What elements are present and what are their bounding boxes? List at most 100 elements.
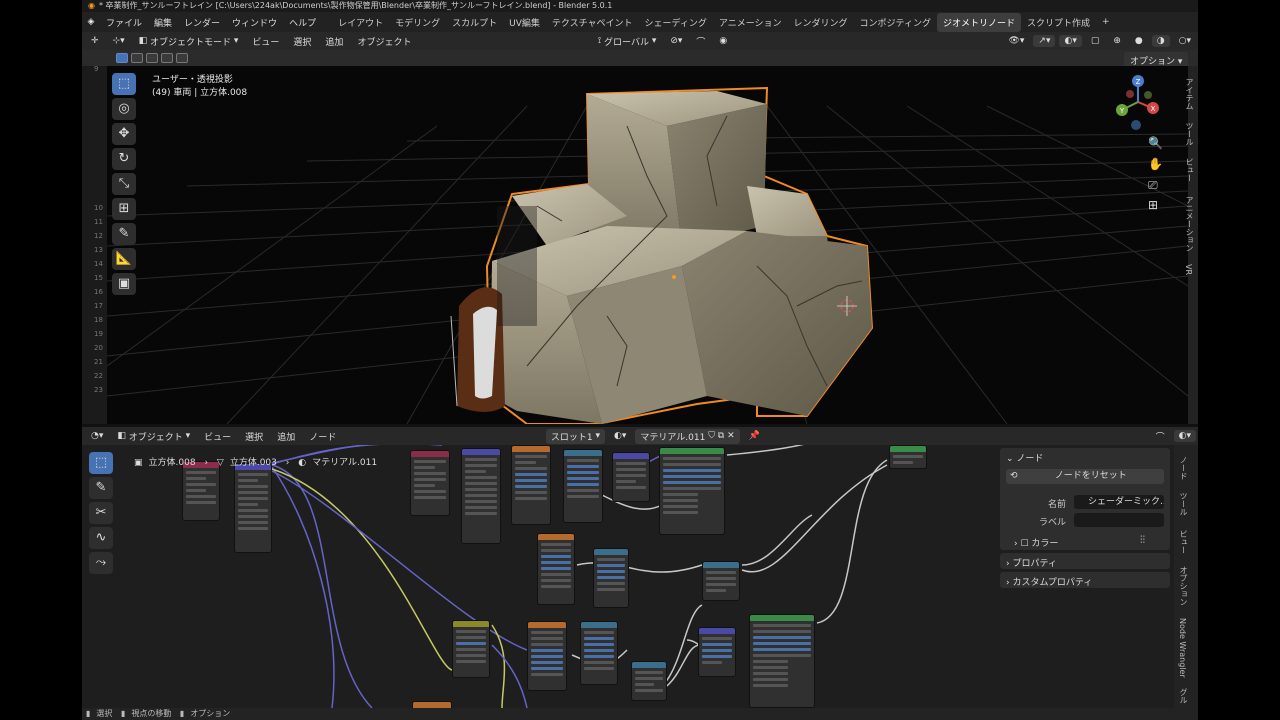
ortho-grid-icon[interactable]: ⊞ [1148, 198, 1158, 212]
navigation-gizmo[interactable]: Z X Y [1110, 72, 1166, 134]
menu-view[interactable]: ビュー [247, 34, 284, 49]
tab-compositing[interactable]: コンポジティング [854, 13, 937, 32]
measure-tool-icon[interactable]: 📐 [112, 248, 136, 270]
pin-icon[interactable]: 📌 [744, 430, 765, 442]
rotate-tool-icon[interactable]: ↻ [112, 148, 136, 170]
sidebar-tab-vr[interactable]: VR [1184, 264, 1193, 275]
mode-select[interactable]: ◧ オブジェクトモード ▾ [134, 34, 244, 49]
material-slot-select[interactable]: スロット1 ▾ [545, 428, 605, 444]
transform-tool-icon[interactable]: ⊞ [112, 198, 136, 220]
select-box-mode-icon[interactable] [116, 53, 128, 63]
select-invert-mode-icon[interactable] [161, 53, 173, 63]
select-intersect-mode-icon[interactable] [176, 53, 188, 63]
snap-icon[interactable]: ⌒ [691, 34, 710, 49]
node-object-select[interactable]: ◧ オブジェクト ▾ [112, 429, 195, 444]
menu-object[interactable]: オブジェクト [352, 34, 416, 49]
bump-node-2[interactable] [698, 627, 736, 677]
mapping-node-2[interactable] [461, 448, 501, 544]
pivot-icon[interactable]: ⊘▾ [665, 35, 687, 47]
voronoi-texture-node[interactable] [527, 621, 567, 691]
math-node[interactable] [702, 561, 740, 601]
node-overlay-icon[interactable]: ◐▾ [1173, 430, 1196, 442]
node-tab-tool[interactable]: ツール [1178, 492, 1189, 516]
camera-icon[interactable]: ⎚ [1148, 178, 1158, 193]
editor-type-icon[interactable]: ⊹▾ [108, 35, 130, 47]
bump-node[interactable] [612, 452, 650, 502]
node-menu-add[interactable]: 追加 [272, 429, 300, 444]
noise-texture-node-4[interactable] [412, 701, 452, 708]
noise-texture-node-3[interactable] [537, 533, 575, 605]
gizmo-toggle-icon[interactable]: ↗▾ [1033, 35, 1056, 47]
custom-properties-section[interactable]: › カスタムプロパティ [1000, 572, 1170, 588]
breadcrumb-object[interactable]: 立方体.008 [149, 458, 196, 468]
node-tab-node[interactable]: ノード [1178, 456, 1189, 480]
node-name-field[interactable]: シェーダーミック... [1074, 495, 1164, 509]
add-reroute-tool-icon[interactable]: ⤳ [89, 552, 113, 574]
move-tool-icon[interactable]: ✥ [112, 123, 136, 145]
menu-add[interactable]: 追加 [320, 34, 348, 49]
crosshair-icon[interactable]: ✛ [86, 35, 104, 47]
color-ramp-node-3[interactable] [593, 548, 629, 608]
node-label-field[interactable] [1074, 513, 1164, 527]
snap-node-icon[interactable]: ⌒ [1151, 429, 1170, 444]
scale-tool-icon[interactable]: ⤡ [112, 173, 136, 195]
node-tab-node-wrangler[interactable]: Node Wrangler [1178, 618, 1187, 678]
xray-icon[interactable]: ▢ [1086, 35, 1105, 47]
node-menu-node[interactable]: ノード [304, 429, 341, 444]
mapping-node[interactable] [234, 463, 272, 553]
tab-shading[interactable]: シェーディング [639, 13, 713, 32]
tab-layout[interactable]: レイアウト [332, 13, 389, 32]
overlay-toggle-icon[interactable]: ◐▾ [1059, 35, 1082, 47]
texture-coordinate-node-2[interactable] [410, 450, 450, 516]
proportional-edit-icon[interactable]: ◉ [714, 35, 732, 47]
shading-rendered-icon[interactable]: ○▾ [1174, 35, 1196, 47]
menu-file[interactable]: ファイル [100, 16, 148, 29]
texture-coordinate-node[interactable] [182, 461, 220, 521]
select-extend-mode-icon[interactable] [131, 53, 143, 63]
node-tab-view[interactable]: ビュー [1178, 530, 1189, 554]
material-browse-icon[interactable]: ◐▾ [609, 430, 631, 442]
tab-scripting[interactable]: スクリプト作成 [1021, 13, 1096, 32]
sidebar-tab-view[interactable]: ビュー [1184, 158, 1195, 182]
node-select-tool-icon[interactable]: ⬚ [89, 452, 113, 474]
color-ramp-node[interactable] [563, 449, 603, 523]
tab-rendering[interactable]: レンダリング [788, 13, 854, 32]
principled-bsdf-node[interactable] [659, 447, 725, 535]
principled-bsdf-node-2[interactable] [749, 614, 815, 708]
node-menu-select[interactable]: 選択 [240, 429, 268, 444]
blender-menu-icon[interactable]: ◈ [82, 17, 100, 27]
mix-shader-node[interactable] [889, 445, 927, 469]
mix-rgb-node[interactable] [452, 620, 490, 678]
sidebar-tab-tool[interactable]: ツール [1184, 122, 1195, 146]
shading-material-icon[interactable]: ◑ [1151, 35, 1170, 47]
pan-hand-icon[interactable]: ✋ [1148, 157, 1163, 171]
zoom-icon[interactable]: 🔍 [1148, 136, 1163, 150]
color-ramp-node-4[interactable] [580, 621, 618, 685]
select-box-tool-icon[interactable]: ⬚ [112, 73, 136, 95]
cursor-tool-icon[interactable]: ◎ [112, 98, 136, 120]
tab-texture-paint[interactable]: テクスチャペイント [546, 13, 639, 32]
breadcrumb-material[interactable]: マテリアル.011 [312, 458, 377, 468]
add-workspace-button[interactable]: + [1096, 14, 1116, 30]
tab-modeling[interactable]: モデリング [389, 13, 446, 32]
add-cube-tool-icon[interactable]: ▣ [112, 273, 136, 295]
sidebar-tab-animation[interactable]: アニメーション [1184, 196, 1195, 252]
annotate-tool-icon[interactable]: ✎ [112, 223, 136, 245]
tab-geometry-nodes[interactable]: ジオメトリノード [937, 12, 1022, 32]
sidebar-tab-item[interactable]: アイテム [1184, 78, 1195, 110]
color-subpanel[interactable]: › ☐ カラー [1014, 536, 1058, 549]
3d-viewport[interactable] [107, 66, 1188, 424]
links-cut-tool-icon[interactable]: ✂ [89, 502, 113, 524]
select-subtract-mode-icon[interactable] [146, 53, 158, 63]
transform-orientation-select[interactable]: ⟟ グローバル ▾ [593, 34, 662, 49]
tab-uv-editing[interactable]: UV編集 [503, 13, 546, 32]
tab-sculpt[interactable]: スカルプト [446, 13, 503, 32]
menu-help[interactable]: ヘルプ [283, 16, 322, 29]
node-tab-options[interactable]: オプション [1178, 566, 1189, 606]
presets-icon[interactable]: ⫶⫶ [1140, 535, 1145, 546]
node-section-header[interactable]: ⌄ ノード [1000, 448, 1170, 467]
material-name-field[interactable]: マテリアル.011 ⛉ ⧉ ✕ [635, 428, 740, 444]
node-annotate-tool-icon[interactable]: ✎ [89, 477, 113, 499]
editor-type-shader-icon[interactable]: ◔▾ [86, 430, 108, 442]
properties-section[interactable]: › プロパティ [1000, 553, 1170, 569]
